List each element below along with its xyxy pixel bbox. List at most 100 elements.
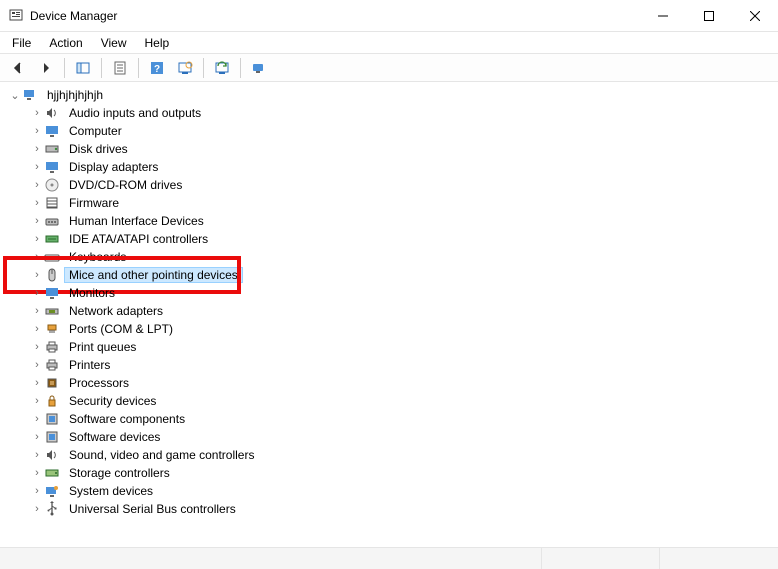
tree-item[interactable]: › Computer	[30, 122, 770, 140]
tree-item[interactable]: ›Software components	[30, 410, 770, 428]
maximize-button[interactable]	[686, 0, 732, 32]
tree-item-label: Firmware	[64, 195, 124, 211]
monitor-icon	[44, 285, 60, 301]
chevron-right-icon[interactable]: ›	[30, 143, 44, 155]
chevron-right-icon[interactable]: ›	[30, 161, 44, 173]
menu-action[interactable]: Action	[41, 34, 90, 52]
tree-item[interactable]: ›Audio inputs and outputs	[30, 104, 770, 122]
chevron-right-icon[interactable]: ›	[30, 305, 44, 317]
network-icon	[44, 303, 60, 319]
tree-item[interactable]: › Storage controllers	[30, 464, 770, 482]
menu-file[interactable]: File	[4, 34, 39, 52]
chevron-right-icon[interactable]: ›	[30, 251, 44, 263]
chevron-right-icon[interactable]: ›	[30, 269, 44, 281]
scan-hardware-button[interactable]	[173, 57, 197, 79]
close-button[interactable]	[732, 0, 778, 32]
expand-toggle-icon[interactable]: ⌄	[8, 89, 22, 102]
toolbar-sep	[64, 58, 65, 78]
tree-item-label: Universal Serial Bus controllers	[64, 501, 241, 517]
chevron-right-icon[interactable]: ›	[30, 287, 44, 299]
svg-text:?: ?	[154, 64, 160, 75]
tree-item-label: Ports (COM & LPT)	[64, 321, 178, 337]
forward-button[interactable]	[34, 57, 58, 79]
tree-item[interactable]: › Security devices	[30, 392, 770, 410]
computer-root-node[interactable]: ⌄ hjjhjhjhjhjh ›Audio inputs and outputs…	[8, 86, 770, 518]
tree-item-label: IDE ATA/ATAPI controllers	[64, 231, 213, 247]
chevron-right-icon[interactable]: ›	[30, 503, 44, 515]
update-driver-button[interactable]	[210, 57, 234, 79]
chevron-right-icon[interactable]: ›	[30, 359, 44, 371]
usb-icon	[44, 501, 60, 517]
tree-item-label: System devices	[64, 483, 158, 499]
tree-item[interactable]: ›DVD/CD-ROM drives	[30, 176, 770, 194]
device-tree-panel[interactable]: ⌄ hjjhjhjhjhjh ›Audio inputs and outputs…	[0, 82, 778, 547]
chevron-right-icon[interactable]: ›	[30, 125, 44, 137]
tree-item-label: Display adapters	[64, 159, 163, 175]
device-tree: ⌄ hjjhjhjhjhjh ›Audio inputs and outputs…	[8, 86, 770, 518]
tree-item[interactable]: › Ports (COM & LPT)	[30, 320, 770, 338]
toolbar: ?	[0, 54, 778, 82]
minimize-button[interactable]	[640, 0, 686, 32]
computer-icon	[22, 87, 38, 103]
chevron-right-icon[interactable]: ›	[30, 215, 44, 227]
window-title: Device Manager	[30, 9, 640, 23]
tree-item[interactable]: ›Mice and other pointing devices	[30, 266, 770, 284]
tree-item[interactable]: › System devices	[30, 482, 770, 500]
tree-item[interactable]: ›Human Interface Devices	[30, 212, 770, 230]
tree-item-label: Network adapters	[64, 303, 168, 319]
statusbar	[0, 547, 778, 569]
port-icon	[44, 321, 60, 337]
tree-item-label: Security devices	[64, 393, 161, 409]
firmware-icon	[44, 195, 60, 211]
tree-item-label: Keyboards	[64, 249, 131, 265]
properties-button[interactable]	[108, 57, 132, 79]
software-icon	[44, 429, 60, 445]
tree-item[interactable]: ›Software devices	[30, 428, 770, 446]
chevron-right-icon[interactable]: ›	[30, 431, 44, 443]
tree-item[interactable]: › Display adapters	[30, 158, 770, 176]
help-button[interactable]: ?	[145, 57, 169, 79]
chevron-right-icon[interactable]: ›	[30, 341, 44, 353]
chevron-right-icon[interactable]: ›	[30, 197, 44, 209]
chevron-right-icon[interactable]: ›	[30, 107, 44, 119]
chevron-right-icon[interactable]: ›	[30, 395, 44, 407]
tree-item[interactable]: › Disk drives	[30, 140, 770, 158]
menu-view[interactable]: View	[93, 34, 135, 52]
tree-item-label: Printers	[64, 357, 115, 373]
chevron-right-icon[interactable]: ›	[30, 377, 44, 389]
chevron-right-icon[interactable]: ›	[30, 179, 44, 191]
tree-item[interactable]: › Network adapters	[30, 302, 770, 320]
chip-icon	[44, 375, 60, 391]
status-cell	[542, 548, 661, 569]
cd-icon	[44, 177, 60, 193]
devices-button[interactable]	[247, 57, 271, 79]
tree-item-label: Monitors	[64, 285, 120, 301]
tree-item[interactable]: ›Sound, video and game controllers	[30, 446, 770, 464]
tree-item-label: Computer	[64, 123, 127, 139]
chevron-right-icon[interactable]: ›	[30, 413, 44, 425]
tree-item-label: Storage controllers	[64, 465, 175, 481]
tree-item-label: Disk drives	[64, 141, 133, 157]
monitor-icon	[44, 123, 60, 139]
chevron-right-icon[interactable]: ›	[30, 467, 44, 479]
show-hide-button[interactable]	[71, 57, 95, 79]
system-icon	[44, 483, 60, 499]
tree-item[interactable]: › Keyboards	[30, 248, 770, 266]
tree-item[interactable]: ›Processors	[30, 374, 770, 392]
menu-help[interactable]: Help	[137, 34, 178, 52]
security-icon	[44, 393, 60, 409]
tree-item[interactable]: › Universal Serial Bus controllers	[30, 500, 770, 518]
chevron-right-icon[interactable]: ›	[30, 449, 44, 461]
tree-item[interactable]: › IDE ATA/ATAPI controllers	[30, 230, 770, 248]
tree-item[interactable]: › Printers	[30, 356, 770, 374]
tree-item[interactable]: › Firmware	[30, 194, 770, 212]
tree-item[interactable]: › Monitors	[30, 284, 770, 302]
back-button[interactable]	[6, 57, 30, 79]
keyboard-icon	[44, 249, 60, 265]
chevron-right-icon[interactable]: ›	[30, 485, 44, 497]
titlebar: Device Manager	[0, 0, 778, 32]
chevron-right-icon[interactable]: ›	[30, 323, 44, 335]
chevron-right-icon[interactable]: ›	[30, 233, 44, 245]
tree-item[interactable]: ›Print queues	[30, 338, 770, 356]
toolbar-sep	[203, 58, 204, 78]
